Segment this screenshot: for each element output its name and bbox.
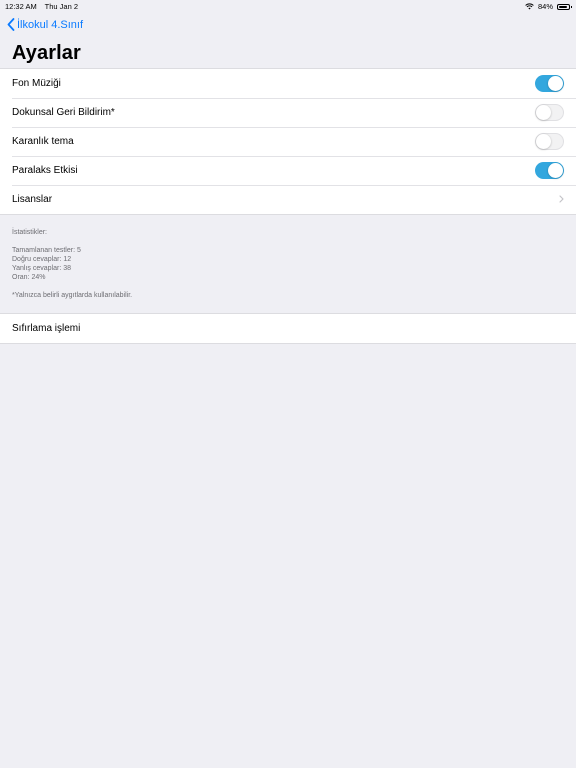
toggle-knob bbox=[548, 163, 563, 178]
setting-label: Dokunsal Geri Bildirim* bbox=[12, 107, 115, 118]
chevron-left-icon bbox=[7, 18, 15, 31]
settings-group: Fon Müziği Dokunsal Geri Bildirim* Karan… bbox=[0, 68, 576, 215]
haptic-feedback-toggle[interactable] bbox=[535, 104, 564, 121]
wifi-icon bbox=[525, 3, 534, 10]
battery-percent: 84% bbox=[537, 2, 553, 11]
setting-label: Fon Müziği bbox=[12, 78, 61, 89]
licenses-label: Lisanslar bbox=[12, 194, 53, 205]
battery-cap bbox=[571, 5, 572, 8]
footnote: *Yalnızca belirli aygıtlarda kullanılabi… bbox=[12, 292, 133, 299]
back-button[interactable]: İlkokul 4.Sınıf bbox=[7, 18, 83, 31]
stat-completed-tests: Tamamlanan testler: 5 bbox=[12, 247, 81, 254]
reset-row[interactable]: Sıfırlama işlemi bbox=[0, 314, 576, 343]
reset-group: Sıfırlama işlemi bbox=[0, 313, 576, 344]
status-time: 12:32 AM bbox=[5, 2, 37, 11]
parallax-toggle[interactable] bbox=[535, 162, 564, 179]
toggle-knob bbox=[536, 105, 551, 120]
chevron-right-icon bbox=[559, 195, 564, 203]
stat-wrong-answers: Yanlış cevaplar: 38 bbox=[12, 265, 72, 272]
reset-label: Sıfırlama işlemi bbox=[12, 323, 81, 334]
statistics-block: İstatistikler: Tamamlanan testler: 5 Doğ… bbox=[12, 228, 81, 282]
toggle-knob bbox=[536, 134, 551, 149]
statistics-heading: İstatistikler: bbox=[12, 229, 48, 236]
setting-label: Karanlık tema bbox=[12, 136, 74, 147]
status-date: Thu Jan 2 bbox=[44, 2, 79, 11]
toggle-knob bbox=[548, 76, 563, 91]
setting-row-fon-muzigi: Fon Müziği bbox=[0, 69, 576, 98]
background-music-toggle[interactable] bbox=[535, 75, 564, 92]
page-title: Ayarlar bbox=[12, 42, 81, 64]
status-right: 84% bbox=[525, 2, 572, 11]
setting-row-dark-theme: Karanlık tema bbox=[0, 127, 576, 156]
status-bar: 12:32 AM Thu Jan 2 84% bbox=[0, 0, 576, 12]
setting-row-haptic-feedback: Dokunsal Geri Bildirim* bbox=[0, 98, 576, 127]
stat-ratio: Oran: 24% bbox=[12, 274, 46, 281]
battery-icon bbox=[557, 3, 572, 10]
licenses-row[interactable]: Lisanslar bbox=[0, 185, 576, 214]
dark-theme-toggle[interactable] bbox=[535, 133, 564, 150]
back-button-label: İlkokul 4.Sınıf bbox=[17, 18, 84, 31]
stat-correct-answers: Doğru cevaplar: 12 bbox=[12, 256, 72, 263]
battery-fill bbox=[559, 5, 567, 8]
setting-row-parallax: Paralaks Etkisi bbox=[0, 156, 576, 185]
setting-label: Paralaks Etkisi bbox=[12, 165, 78, 176]
status-left: 12:32 AM Thu Jan 2 bbox=[5, 2, 84, 11]
